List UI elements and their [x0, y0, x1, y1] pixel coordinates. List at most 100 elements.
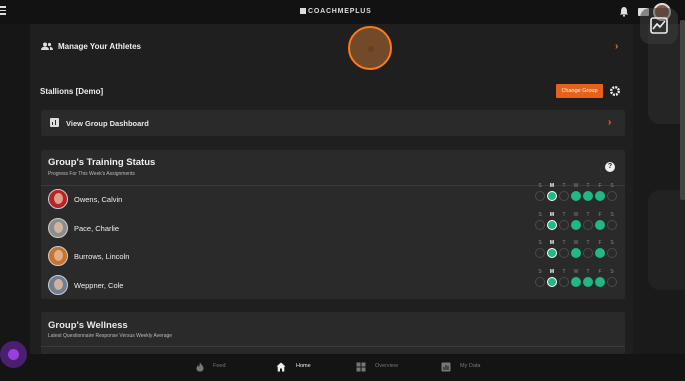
- brand-logo: COACHMEPLUS: [300, 8, 372, 15]
- day-empty-indicator[interactable]: [535, 276, 545, 287]
- day-label: F: [598, 211, 602, 218]
- day-empty-indicator[interactable]: [583, 219, 593, 230]
- chart-icon[interactable]: [441, 362, 451, 372]
- athlete-row[interactable]: Weppner, Cole S M T W T F S: [48, 269, 618, 297]
- day-empty-indicator[interactable]: [559, 276, 569, 287]
- day-label: T: [586, 211, 590, 218]
- day-label: M: [549, 211, 555, 218]
- bar-chart-icon: [50, 118, 59, 127]
- day-label: S: [538, 183, 542, 189]
- day-complete-indicator[interactable]: [547, 191, 557, 201]
- day-label: T: [586, 240, 590, 247]
- day-empty-indicator[interactable]: [535, 219, 545, 230]
- weekly-progress: SMTWTFS: [535, 183, 620, 211]
- manage-athletes-row[interactable]: Manage Your Athletes ›: [34, 34, 630, 60]
- day-label: T: [562, 268, 566, 275]
- day-empty-indicator[interactable]: [607, 219, 617, 230]
- scrollbar[interactable]: [680, 20, 685, 200]
- athlete-name: Pace, Charlie: [74, 223, 120, 233]
- day-label: M: [549, 240, 555, 247]
- weekly-progress: SMTWTFS: [535, 269, 620, 297]
- day-empty-indicator[interactable]: [559, 191, 569, 201]
- day-complete-indicator[interactable]: [547, 276, 557, 287]
- change-group-button[interactable]: Change Group: [556, 84, 603, 98]
- day-complete-indicator[interactable]: [595, 191, 605, 201]
- day-complete-indicator[interactable]: [595, 248, 605, 259]
- athlete-row[interactable]: Burrows, Lincoln S M T W T F S: [48, 240, 618, 268]
- manage-athletes-label: Manage Your Athletes: [58, 42, 141, 51]
- gear-icon[interactable]: [609, 85, 621, 97]
- users-icon: [41, 42, 53, 50]
- dashboard-label: View Group Dashboard: [66, 119, 149, 128]
- day-empty-indicator[interactable]: [535, 191, 545, 201]
- athlete-name: Burrows, Lincoln: [74, 252, 130, 262]
- athlete-avatar: [48, 246, 68, 267]
- day-complete-indicator[interactable]: [595, 219, 605, 230]
- day-label: W: [573, 268, 579, 275]
- day-empty-indicator[interactable]: [559, 219, 569, 230]
- day-complete-indicator[interactable]: [583, 191, 593, 201]
- day-label: F: [598, 240, 602, 247]
- day-label: F: [598, 268, 602, 275]
- day-label: S: [538, 211, 542, 218]
- athlete-row[interactable]: Owens, Calvin S M T W T F S: [48, 183, 618, 211]
- day-complete-indicator[interactable]: [571, 276, 581, 287]
- day-complete-indicator[interactable]: [571, 219, 581, 230]
- day-complete-indicator[interactable]: [583, 276, 593, 287]
- training-status-title: Group's Training Status: [48, 157, 156, 168]
- day-label: S: [538, 268, 542, 275]
- day-label: W: [573, 183, 579, 189]
- day-complete-indicator[interactable]: [547, 219, 557, 230]
- image-chart-icon: [650, 17, 668, 34]
- day-empty-indicator[interactable]: [535, 248, 545, 259]
- athlete-name: Owens, Calvin: [74, 195, 123, 204]
- bottom-nav: Feed Home Overview My Data: [0, 354, 685, 381]
- image-overlay-button[interactable]: [640, 8, 678, 44]
- menu-icon[interactable]: [0, 6, 6, 16]
- day-label: S: [610, 211, 614, 218]
- day-complete-indicator[interactable]: [571, 191, 581, 201]
- divider: [41, 346, 625, 347]
- day-label: S: [610, 183, 614, 189]
- training-status-card: Group's Training Status Progress For Thi…: [41, 150, 625, 299]
- day-label: S: [610, 268, 614, 275]
- view-group-dashboard-row[interactable]: View Group Dashboard ›: [41, 110, 625, 136]
- day-empty-indicator[interactable]: [607, 191, 617, 201]
- athlete-avatar: [48, 274, 68, 295]
- nav-overview[interactable]: Overview: [375, 363, 398, 369]
- day-label: T: [562, 183, 566, 189]
- day-complete-indicator[interactable]: [547, 248, 557, 259]
- group-name: Stallions [Demo]: [40, 87, 104, 96]
- wellness-subtitle: Latest Questionnaire Response Versus Wee…: [48, 333, 173, 339]
- day-empty-indicator[interactable]: [607, 276, 617, 287]
- grid-icon[interactable]: [356, 362, 366, 372]
- help-icon[interactable]: ?: [605, 162, 615, 172]
- left-gutter: [0, 24, 30, 354]
- day-complete-indicator[interactable]: [595, 276, 605, 287]
- day-label: W: [573, 240, 579, 247]
- chevron-right-icon: ›: [615, 41, 619, 52]
- training-status-subtitle: Progress For This Week's Assignments: [48, 171, 135, 177]
- athlete-row[interactable]: Pace, Charlie S M T W T F S: [48, 212, 618, 240]
- day-empty-indicator[interactable]: [583, 248, 593, 259]
- day-label: M: [549, 268, 555, 275]
- assistant-bubble-button[interactable]: [0, 341, 27, 368]
- day-label: T: [562, 211, 566, 218]
- day-label: T: [586, 268, 590, 275]
- day-empty-indicator[interactable]: [559, 248, 569, 259]
- bell-icon[interactable]: [619, 6, 629, 17]
- logo-mark-icon: [300, 8, 306, 14]
- home-icon[interactable]: [276, 362, 286, 372]
- day-label: T: [586, 183, 590, 189]
- day-complete-indicator[interactable]: [571, 248, 581, 259]
- day-empty-indicator[interactable]: [607, 248, 617, 259]
- brand-text: COACHMEPLUS: [308, 8, 372, 15]
- weekly-progress: SMTWTFS: [535, 240, 620, 268]
- day-label: S: [610, 240, 614, 247]
- nav-my-data[interactable]: My Data: [460, 363, 480, 369]
- nav-feed[interactable]: Feed: [213, 363, 226, 369]
- flame-icon[interactable]: [195, 362, 205, 372]
- athlete-name: Weppner, Cole: [74, 280, 124, 290]
- nav-home[interactable]: Home: [296, 363, 311, 369]
- top-bar: COACHMEPLUS: [0, 0, 685, 24]
